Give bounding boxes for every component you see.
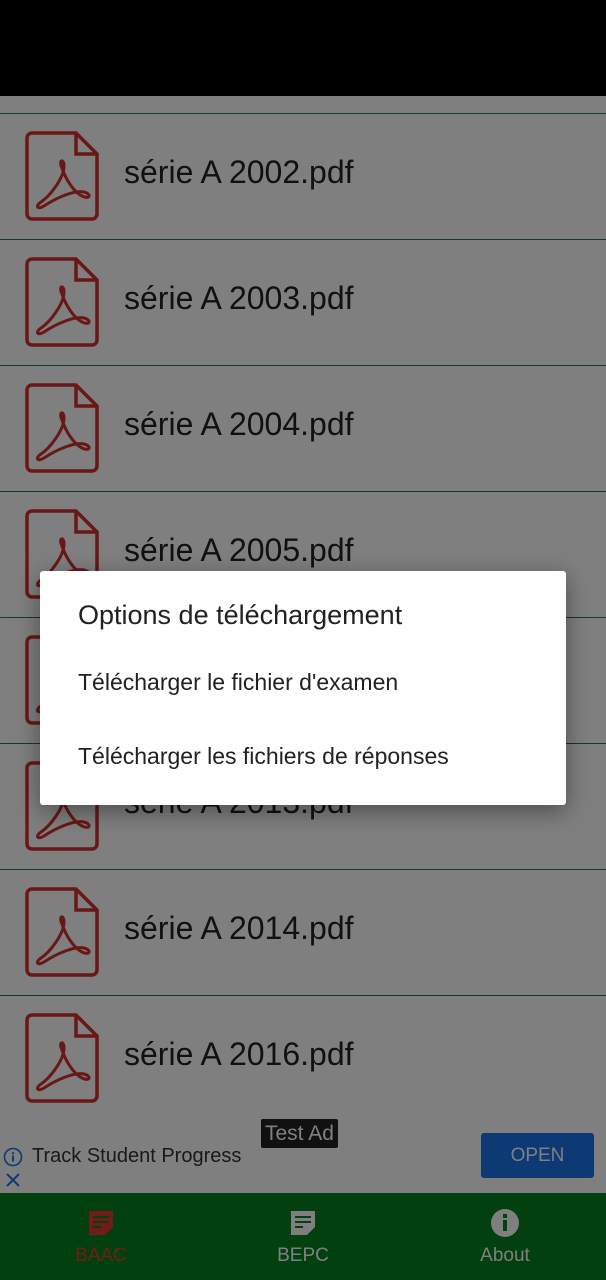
- download-answers-option[interactable]: Télécharger les fichiers de réponses: [40, 726, 566, 786]
- download-exam-option[interactable]: Télécharger le fichier d'examen: [40, 652, 566, 712]
- dialog-title: Options de téléchargement: [78, 600, 403, 630]
- download-options-dialog: Options de téléchargement Télécharger le…: [40, 571, 566, 805]
